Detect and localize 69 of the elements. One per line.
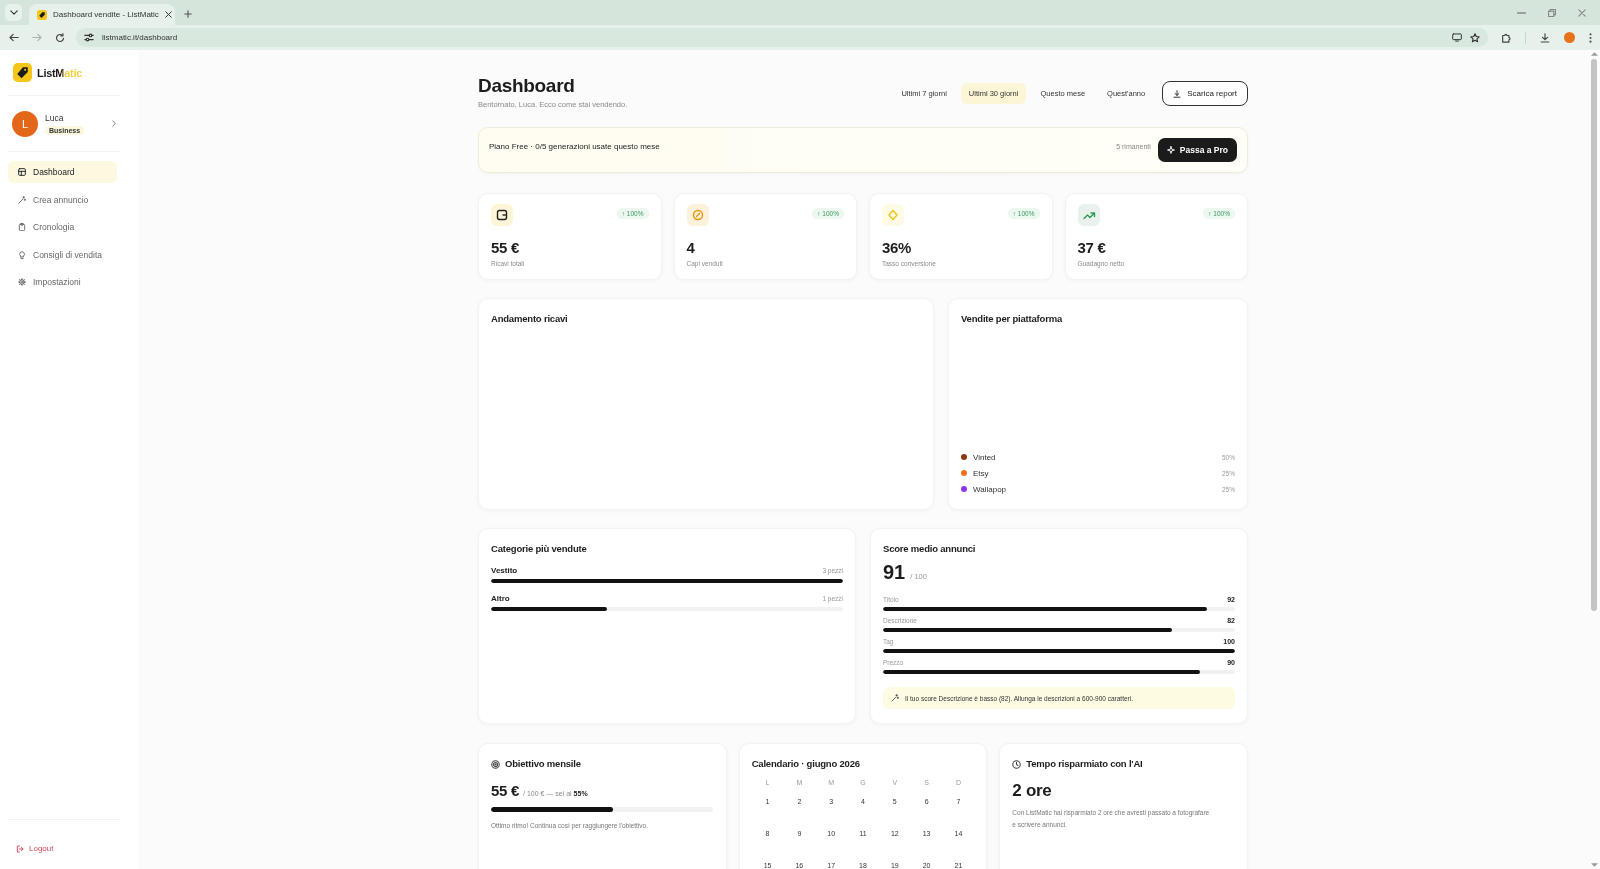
restore-icon[interactable]: [1548, 8, 1556, 17]
logout-link[interactable]: Logout: [8, 844, 54, 853]
address-bar[interactable]: listmatic.it/dashboard: [76, 28, 1488, 47]
tab-list-button[interactable]: [5, 4, 22, 21]
sparkle-icon: [1166, 146, 1175, 154]
card-title: Vendite per piattaforma: [961, 313, 1064, 325]
clipboard-icon: [18, 223, 26, 231]
scroll-down-icon[interactable]: [1590, 863, 1598, 867]
time-value: 2 ore: [1012, 781, 1053, 801]
nav-item[interactable]: Impostazioni: [8, 271, 117, 293]
wallet-icon: [491, 204, 513, 226]
download-icon[interactable]: [1540, 32, 1550, 43]
stat-value: 36%: [882, 239, 913, 257]
clock-icon: [1012, 759, 1022, 769]
reload-icon[interactable]: [55, 32, 65, 43]
star-icon[interactable]: [1470, 32, 1480, 43]
favicon-icon: [37, 9, 47, 20]
nav-item[interactable]: Consigli di vendita: [8, 243, 117, 266]
score-value: 91: [883, 561, 906, 583]
close-icon[interactable]: [164, 11, 172, 18]
logout-icon: [16, 844, 24, 853]
legend-label: Vinted: [973, 452, 997, 462]
coin-icon: [686, 204, 709, 226]
download-icon: [1173, 89, 1182, 98]
stat-value: 4: [686, 239, 696, 257]
scrollbar[interactable]: [1588, 50, 1600, 869]
grid-icon: [18, 168, 26, 176]
wand-icon: [891, 694, 899, 702]
back-icon[interactable]: [9, 33, 19, 42]
minimize-icon[interactable]: [1517, 11, 1526, 14]
card-title: Categorie più vendute: [491, 543, 588, 555]
trend-up-icon: [1077, 204, 1100, 226]
logo-icon: [13, 63, 32, 82]
category-name: Vestito: [491, 565, 518, 575]
goal-value: 55 €: [491, 782, 519, 800]
legend-label: Wallapop: [973, 484, 1008, 494]
plan-usage-text: Piano Free · 0/5 generazioni usate questo mese: [489, 141, 661, 151]
brand-name: ListMatic: [37, 66, 82, 79]
lightbulb-icon: [18, 250, 26, 259]
card-title: Calendario · giugno 2026: [751, 758, 861, 770]
wand-icon: [18, 195, 26, 204]
forward-icon[interactable]: [32, 33, 42, 42]
tune-icon[interactable]: [84, 33, 94, 42]
monitor-icon[interactable]: [1452, 33, 1462, 42]
scroll-up-icon[interactable]: [1590, 52, 1598, 56]
nav-item[interactable]: Dashboard: [8, 161, 117, 183]
card-title: Obiettivo mensile: [505, 758, 581, 770]
category-name: Altro: [491, 593, 510, 603]
target-icon: [491, 759, 500, 769]
user-name: Luca: [45, 112, 64, 123]
stat-value: 37 €: [1077, 239, 1107, 257]
card-title: Tempo risparmiato con l'AI: [1026, 758, 1143, 770]
card-title: Andamento ricavi: [491, 313, 569, 325]
browser-tab[interactable]: Dashboard vendite - ListMatic: [29, 4, 175, 25]
more-icon[interactable]: [1589, 32, 1592, 43]
stat-value: 55 €: [491, 239, 520, 257]
legend-label: Etsy: [973, 468, 990, 478]
card-title: Score medio annunci: [883, 543, 977, 555]
download-report-button[interactable]: Scarica report: [1162, 81, 1248, 106]
plus-icon[interactable]: [184, 10, 192, 18]
page-title: Dashboard: [478, 74, 576, 98]
chevron-down-icon: [9, 10, 18, 15]
upgrade-button[interactable]: Passa a Pro: [1157, 138, 1237, 162]
settings-icon: [18, 278, 26, 286]
nav-item[interactable]: Crea annuncio: [8, 188, 117, 211]
puzzle-icon[interactable]: [1501, 32, 1511, 43]
chevron-right-icon[interactable]: [112, 120, 116, 127]
nav-item[interactable]: Cronologia: [8, 216, 117, 238]
profile-avatar-icon[interactable]: [1564, 32, 1575, 43]
